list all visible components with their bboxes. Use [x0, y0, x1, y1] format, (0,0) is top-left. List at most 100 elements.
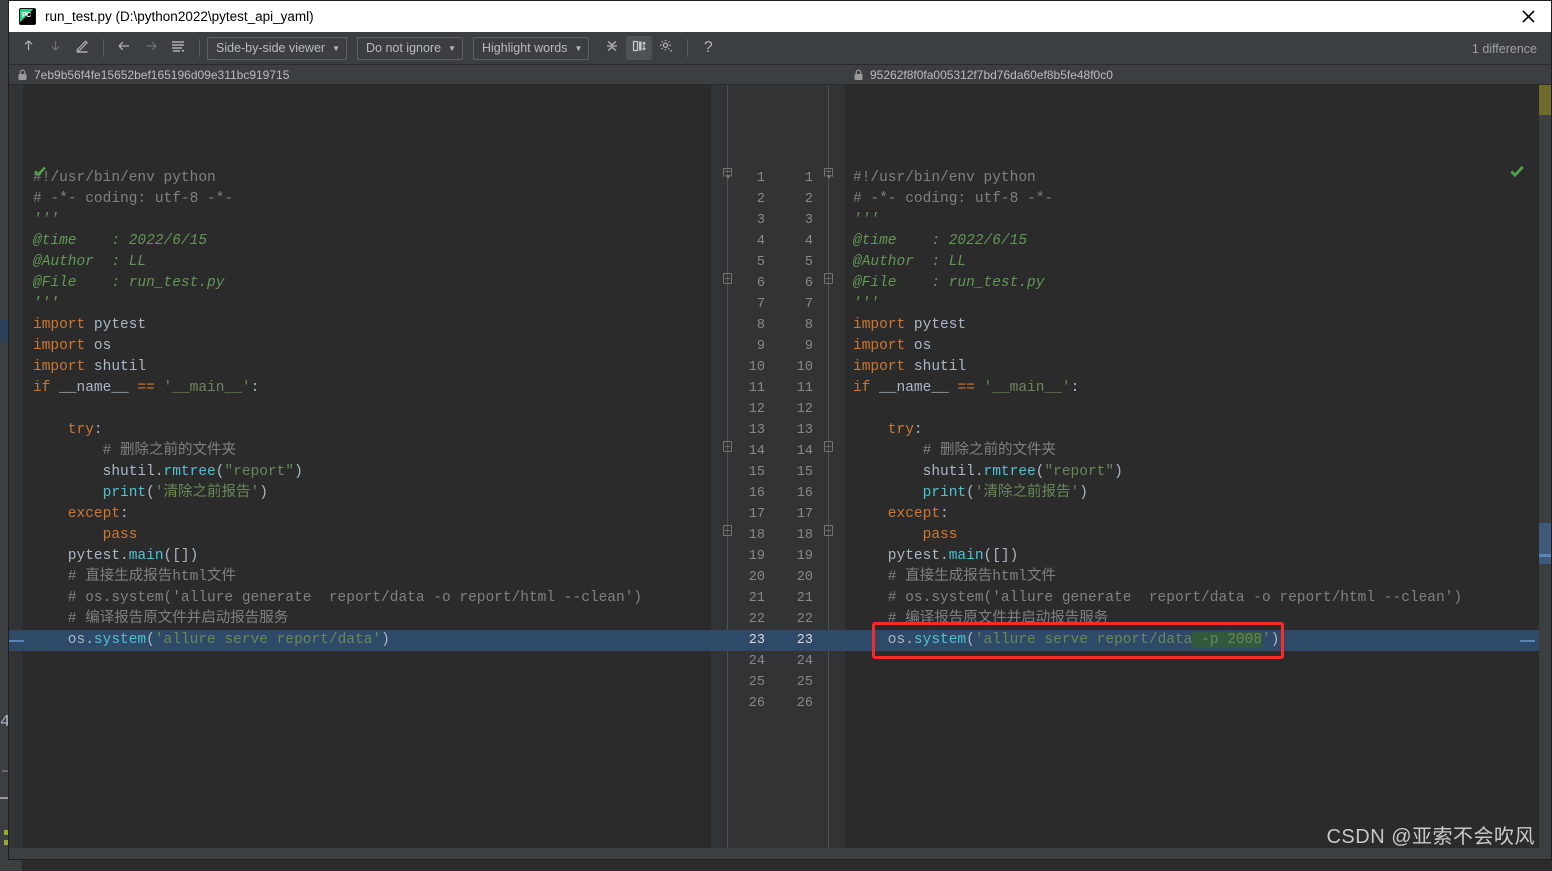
code-token: : [1070, 380, 1080, 396]
code-line: #!/usr/bin/env python [33, 168, 711, 189]
annotate-button[interactable] [69, 36, 95, 60]
fold-marker-left-mid[interactable] [723, 273, 732, 284]
line-number: 2 [804, 192, 813, 207]
highlight-policy-select[interactable]: Highlight words ▼ [472, 36, 590, 60]
help-button[interactable]: ? [695, 36, 721, 60]
code-token: : [940, 506, 949, 522]
code-line: # 直接生成报告html文件 [853, 567, 1551, 588]
fold-marker-right-mid[interactable] [824, 273, 833, 284]
scrollbar-change-marker[interactable] [1539, 554, 1551, 557]
line-number: 14 [748, 444, 765, 459]
fold-marker-left-except[interactable] [723, 525, 732, 536]
code-line: shutil.rmtree("report") [853, 462, 1551, 483]
line-number: 25 [796, 675, 813, 690]
code-token: # 删除之前的文件夹 [853, 443, 1057, 459]
left-revision[interactable]: 7eb9b56f4fe15652bef165196d09e311bc919715 [9, 65, 711, 84]
right-editor-pane[interactable]: #!/usr/bin/env python # -*- coding: utf-8… [845, 85, 1551, 859]
ignore-policy-select[interactable]: Do not ignore ▼ [357, 36, 463, 60]
code-token: import [853, 317, 914, 333]
code-line: os.system('allure serve report/data -p 2… [853, 630, 1551, 651]
difference-count: 1 difference [1471, 41, 1537, 56]
code-token: rmtree [983, 464, 1036, 480]
left-editor-pane[interactable]: #!/usr/bin/env python # -*- coding: utf-8… [9, 85, 711, 859]
code-line: # 直接生成报告html文件 [33, 567, 711, 588]
code-token: if [853, 380, 880, 396]
gutter-divider-right [828, 85, 829, 859]
previous-difference-button[interactable] [15, 36, 41, 60]
line-number: 24 [748, 654, 765, 669]
toggle-columns-button[interactable] [626, 36, 653, 60]
revision-gap [711, 65, 845, 84]
code-token: @Author : LL [853, 254, 967, 270]
arrow-left-icon [116, 38, 132, 59]
code-token: : [93, 422, 103, 438]
next-difference-button[interactable] [42, 36, 68, 60]
code-token: ( [146, 632, 155, 648]
left-code-content[interactable]: #!/usr/bin/env python # -*- coding: utf-8… [9, 168, 711, 714]
back-button[interactable] [111, 36, 137, 60]
line-number: 16 [796, 486, 813, 501]
collapse-unchanged-button[interactable] [165, 36, 191, 60]
code-line: print('清除之前报告') [853, 483, 1551, 504]
right-marker-scrollbar[interactable] [1539, 85, 1551, 859]
code-line: # os.system('allure generate report/data… [853, 588, 1551, 609]
scrollbar-thumb[interactable] [1539, 523, 1551, 564]
line-number: 18 [748, 528, 765, 543]
line-number: 8 [804, 318, 813, 333]
line-number: 22 [748, 612, 765, 627]
fold-marker-right-try[interactable] [824, 441, 833, 452]
code-token: os [913, 338, 932, 354]
fold-marker-left-try[interactable] [723, 441, 732, 452]
close-icon[interactable] [1505, 1, 1551, 32]
diff-viewer-window: run_test.py (D:\python2022\pytest_api_ya… [8, 0, 1552, 860]
forward-button[interactable] [138, 36, 164, 60]
code-token: if [33, 380, 60, 396]
gutter-selected-line-band [711, 630, 845, 651]
code-line: @Author : LL [853, 252, 1551, 273]
collapse-icon [604, 38, 620, 59]
code-token: ) [294, 464, 303, 480]
code-token: ([]) [983, 548, 1019, 564]
line-number: 3 [756, 213, 765, 228]
line-number: 6 [804, 276, 813, 291]
gear-icon [658, 38, 674, 59]
code-token: os. [853, 632, 914, 648]
right-revision-hash: 95262f8f0fa005312f7bd76da60ef8b5fe48f0c0 [870, 67, 1113, 82]
code-token: ( [146, 485, 155, 501]
code-line: ''' [853, 294, 1551, 315]
scrollbar-warning-marker[interactable] [1539, 85, 1551, 115]
line-number: 4 [756, 234, 765, 249]
code-token: system [93, 632, 147, 648]
viewer-mode-label: Side-by-side viewer [216, 41, 326, 55]
line-number: 20 [796, 570, 813, 585]
line-number: 11 [796, 381, 813, 396]
window-bottom-strip [9, 848, 1551, 859]
toolbar-separator-2 [199, 39, 200, 57]
code-token: : [120, 506, 129, 522]
fold-marker-right-top[interactable] [824, 168, 833, 179]
line-number: 19 [796, 549, 813, 564]
code-token: # os.system('allure generate report/data… [853, 590, 1463, 606]
code-token: shutil. [853, 464, 984, 480]
code-line: try: [853, 420, 1551, 441]
viewer-mode-select[interactable]: Side-by-side viewer ▼ [207, 36, 347, 60]
fold-marker-right-except[interactable] [824, 525, 833, 536]
line-number: 24 [796, 654, 813, 669]
right-line-numbers: 1 2 3 4 5 6 7 8 9 10 11 12 13 14 15 16 17 18 19 20 21 22 23 24 2… [783, 168, 813, 714]
code-line: ''' [853, 210, 1551, 231]
line-number-gutter: 1 2 3 4 5 6 7 8 9 10 11 12 13 14 15 16 17 18 19 20 21 22 23 24 2… [711, 85, 845, 859]
line-number: 7 [804, 297, 813, 312]
ignore-policy-label: Do not ignore [366, 41, 442, 55]
fold-marker-left-top[interactable] [723, 168, 732, 179]
right-revision[interactable]: 95262f8f0fa005312f7bd76da60ef8b5fe48f0c0 [845, 65, 1113, 84]
code-token: rmtree [163, 464, 216, 480]
right-code-content[interactable]: #!/usr/bin/env python # -*- coding: utf-8… [845, 168, 1551, 714]
collapse-all-button[interactable] [599, 36, 625, 60]
code-token: main [948, 548, 984, 564]
line-number: 5 [756, 255, 765, 270]
settings-button[interactable] [653, 36, 679, 60]
